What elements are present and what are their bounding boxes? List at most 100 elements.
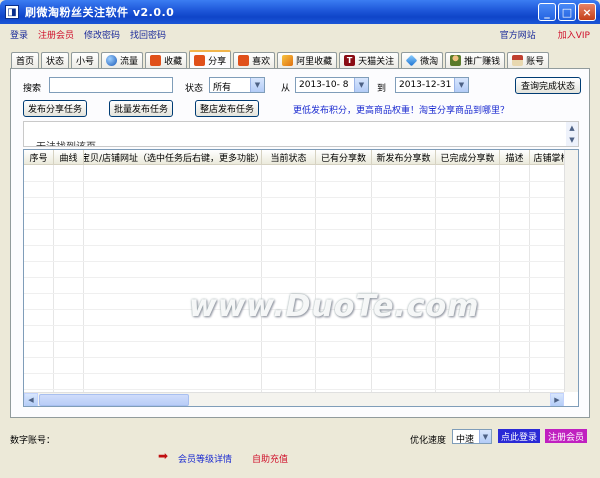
- scroll-up-icon[interactable]: ▲: [566, 122, 578, 134]
- column-header[interactable]: 曲线: [54, 150, 84, 165]
- menu-change-password[interactable]: 修改密码: [84, 28, 120, 41]
- app-icon: ◨: [5, 5, 19, 19]
- row-divider: [24, 357, 564, 358]
- column-header[interactable]: 已完成分享数: [436, 150, 500, 165]
- taobao-icon: [194, 54, 206, 66]
- tab-ali-favorites[interactable]: 阿里收藏: [277, 52, 338, 68]
- menu-bar: 登录 注册会员 修改密码 找回密码 官方网站 加入VIP: [0, 24, 600, 44]
- taobao-icon: [150, 55, 162, 66]
- tmall-icon: T: [344, 55, 356, 66]
- tab-label: 流量: [120, 57, 139, 67]
- tab-status[interactable]: 状态: [41, 52, 70, 68]
- task-table[interactable]: 序号 曲线 宝贝/店铺网址（选中任务后右键，更多功能） 当前状态 已有分享数 新…: [23, 149, 579, 407]
- notice-browser: 无法找到该页 ▲ ▼: [23, 121, 579, 147]
- diamond-icon: [405, 54, 418, 67]
- promo-link[interactable]: 更低发布积分，更高商品权重！淘宝分享商品到哪里？: [293, 103, 509, 116]
- tab-label: 阿里收藏: [296, 57, 333, 67]
- speed-value: 中速: [456, 435, 475, 445]
- row-divider: [24, 181, 564, 182]
- column-header[interactable]: 已有分享数: [316, 150, 372, 165]
- status-value: 所有: [213, 83, 232, 93]
- menu-recover-password[interactable]: 找回密码: [130, 28, 166, 41]
- login-button[interactable]: 点此登录: [498, 429, 540, 443]
- close-button[interactable]: ×: [578, 3, 596, 21]
- menu-join-vip[interactable]: 加入VIP: [558, 28, 590, 41]
- scroll-down-icon[interactable]: ▼: [566, 134, 578, 146]
- tab-weitao[interactable]: 微淘: [401, 52, 444, 68]
- watermark: www.DuoTe.com: [189, 289, 480, 324]
- auto-recharge-link[interactable]: 自助充值: [252, 452, 288, 465]
- maximize-button[interactable]: □: [558, 3, 576, 21]
- row-divider: [24, 325, 564, 326]
- row-divider: [24, 197, 564, 198]
- table-vertical-scrollbar[interactable]: [564, 150, 578, 392]
- tab-traffic[interactable]: 流量: [101, 52, 144, 68]
- speed-select[interactable]: 中速 ▼: [452, 429, 492, 445]
- tab-tmall-follow[interactable]: T 天猫关注: [339, 52, 400, 68]
- to-date-picker[interactable]: 2013-12-31 ▼: [395, 77, 469, 93]
- member-level-link[interactable]: 会员等级详情: [178, 452, 232, 465]
- row-divider: [24, 245, 564, 246]
- tab-strip: 首页 状态 小号 流量 收藏 分享 喜欢 阿里收藏 T 天猫关注 微淘 推广赚钱 …: [11, 50, 551, 68]
- tab-home[interactable]: 首页: [11, 52, 40, 68]
- house-icon: [512, 55, 524, 66]
- menu-register[interactable]: 注册会员: [38, 28, 74, 41]
- tab-like[interactable]: 喜欢: [233, 52, 276, 68]
- publish-share-button[interactable]: 发布分享任务: [23, 100, 87, 117]
- globe-icon: [106, 55, 118, 66]
- tab-account[interactable]: 账号: [507, 52, 550, 68]
- row-divider: [24, 341, 564, 342]
- tab-favorites[interactable]: 收藏: [145, 52, 188, 68]
- register-button[interactable]: 注册会员: [545, 429, 587, 443]
- tab-label: 状态: [46, 57, 65, 67]
- table-header: 序号 曲线 宝贝/店铺网址（选中任务后右键，更多功能） 当前状态 已有分享数 新…: [24, 150, 574, 165]
- row-divider: [24, 389, 564, 390]
- share-panel: 搜索 状态 所有 ▼ 从 2013-10- 8 ▼ 到 2013-12-31 ▼…: [10, 68, 590, 418]
- people-icon: [450, 55, 462, 66]
- row-divider: [24, 213, 564, 214]
- column-header[interactable]: 描述: [500, 150, 530, 165]
- column-header[interactable]: 序号: [24, 150, 54, 165]
- search-label: 搜索: [23, 84, 42, 94]
- taobao-icon: [238, 55, 250, 66]
- scroll-right-icon[interactable]: ▶: [550, 393, 564, 406]
- optimize-speed-label: 优化速度: [410, 436, 447, 446]
- digital-account-label: 数字账号：: [10, 436, 56, 446]
- table-horizontal-scrollbar[interactable]: ◀ ▶: [24, 392, 564, 406]
- scroll-left-icon[interactable]: ◀: [24, 393, 38, 406]
- tab-accounts[interactable]: 小号: [71, 52, 100, 68]
- tab-label: 分享: [208, 56, 227, 67]
- row-divider: [24, 229, 564, 230]
- menu-official-site[interactable]: 官方网站: [500, 28, 536, 41]
- query-status-button[interactable]: 查询完成状态: [515, 77, 581, 94]
- window-controls: _ □ ×: [538, 3, 596, 21]
- title-bar: ◨ 刷微淘粉丝关注软件 v2.0.0 _ □ ×: [0, 0, 600, 24]
- arrow-right-icon: ➡: [158, 449, 169, 463]
- to-date-value: 2013-12-31: [399, 80, 452, 90]
- tab-label: 收藏: [164, 57, 183, 67]
- table-body[interactable]: [24, 165, 574, 392]
- ali-icon: [282, 55, 294, 66]
- chevron-down-icon: ▼: [250, 78, 264, 92]
- tab-promote-earn[interactable]: 推广赚钱: [445, 52, 506, 68]
- tab-share[interactable]: 分享: [189, 50, 232, 68]
- search-input[interactable]: [49, 77, 173, 93]
- batch-publish-button[interactable]: 批量发布任务: [109, 100, 173, 117]
- tab-label: 微淘: [420, 57, 439, 67]
- status-select[interactable]: 所有 ▼: [209, 77, 265, 93]
- tab-label: 天猫关注: [358, 57, 395, 67]
- minimize-button[interactable]: _: [538, 3, 556, 21]
- to-label: 到: [377, 84, 387, 94]
- row-divider: [24, 373, 564, 374]
- shop-publish-button[interactable]: 整店发布任务: [195, 100, 259, 117]
- status-label: 状态: [185, 84, 204, 94]
- from-label: 从: [281, 84, 291, 94]
- column-header[interactable]: 当前状态: [262, 150, 316, 165]
- notice-scrollbar[interactable]: ▲ ▼: [566, 122, 578, 146]
- menu-login[interactable]: 登录: [10, 28, 28, 41]
- column-header[interactable]: 新发布分享数: [372, 150, 436, 165]
- chevron-down-icon: ▼: [354, 78, 368, 92]
- from-date-picker[interactable]: 2013-10- 8 ▼: [295, 77, 369, 93]
- column-header[interactable]: 宝贝/店铺网址（选中任务后右键，更多功能）: [84, 150, 262, 165]
- scroll-thumb[interactable]: [39, 394, 189, 406]
